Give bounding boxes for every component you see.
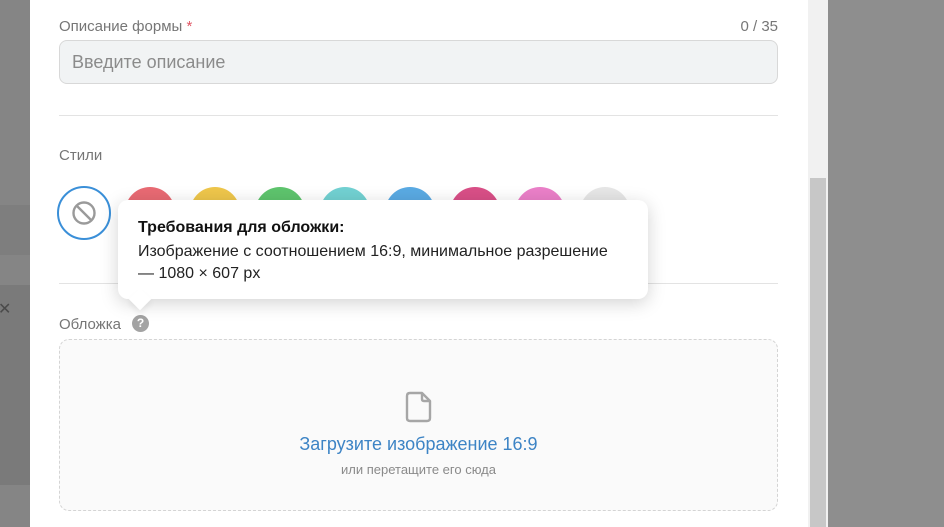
tooltip-title: Требования для обложки:: [138, 219, 345, 236]
tooltip-body: Изображение с соотношением 16:9, минимал…: [138, 243, 608, 282]
swatch-none[interactable]: [57, 186, 111, 240]
required-mark: *: [186, 18, 193, 35]
upload-image-link[interactable]: Загрузите изображение 16:9: [60, 434, 777, 455]
description-label: Описание формы *: [59, 18, 193, 35]
close-icon[interactable]: ✕: [0, 300, 11, 320]
scrollbar-thumb[interactable]: [810, 178, 826, 527]
no-style-icon: [72, 201, 96, 225]
cover-requirements-tooltip: Требования для обложки: Изображение с со…: [118, 200, 648, 299]
backdrop-right: [828, 0, 944, 527]
description-input[interactable]: [59, 40, 778, 84]
backdrop-left: ✕: [0, 0, 30, 527]
styles-label: Стили: [59, 147, 103, 164]
backdrop-strip: [0, 205, 30, 255]
divider: [59, 115, 778, 116]
upload-hint: или перетащите его сюда: [341, 462, 496, 477]
file-icon: [405, 391, 432, 423]
cover-label: Обложка: [59, 316, 121, 333]
char-counter: 0 / 35: [740, 18, 778, 35]
question-icon[interactable]: ?: [132, 315, 149, 332]
cover-dropzone[interactable]: Загрузите изображение 16:9 или перетащит…: [59, 339, 778, 511]
